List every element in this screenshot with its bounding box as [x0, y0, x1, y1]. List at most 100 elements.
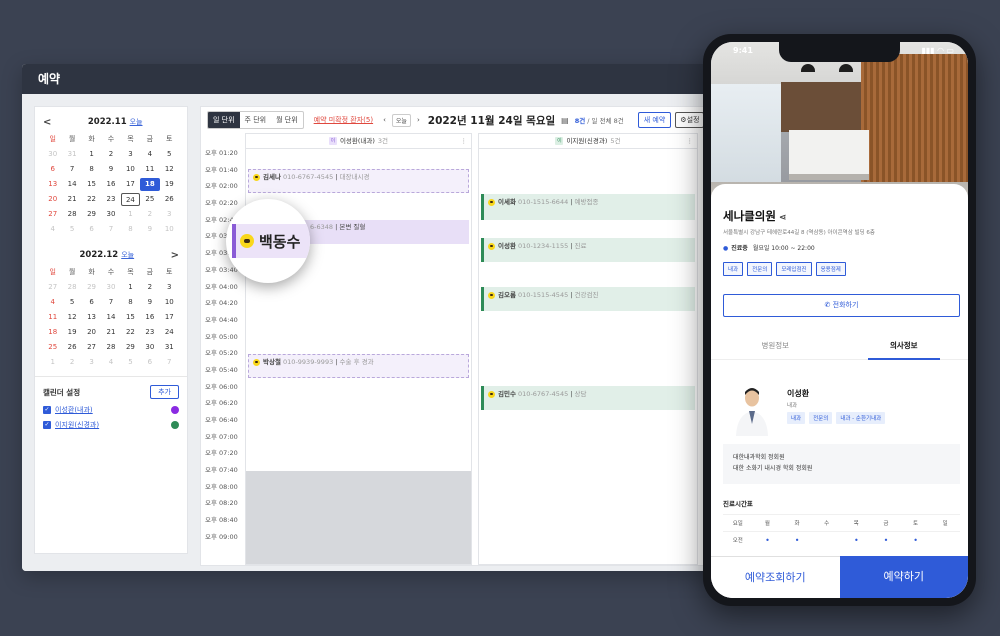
- appointment-card[interactable]: 이성환 010-1234-1155 | 진료: [481, 238, 695, 262]
- calendar-item-lee-jiwon[interactable]: ✓ 이지원(신경과): [43, 420, 179, 430]
- mini-cal-day[interactable]: 6: [140, 356, 159, 369]
- view-month-button[interactable]: 월 단위: [271, 112, 303, 128]
- mini-cal-day[interactable]: 7: [62, 163, 81, 176]
- mini-cal-day[interactable]: 12: [160, 163, 179, 176]
- mini-cal-day[interactable]: 27: [43, 281, 62, 294]
- mini-cal-day[interactable]: 2: [101, 148, 120, 161]
- mini-cal-day[interactable]: 18: [43, 326, 62, 339]
- mini-cal-day[interactable]: 16: [140, 311, 159, 324]
- mini-cal-day[interactable]: 1: [121, 208, 140, 221]
- tab-doctor-info[interactable]: 의사정보: [840, 336, 969, 360]
- lookup-reservation-button[interactable]: 예약조회하기: [711, 556, 840, 598]
- more-icon[interactable]: ⋮: [687, 134, 694, 149]
- mini-cal-day[interactable]: 24: [120, 193, 141, 206]
- mini-cal-day[interactable]: 6: [82, 296, 101, 309]
- appointment-card[interactable]: 이세화 010-1515-6644 | 예방접종: [481, 194, 695, 220]
- mini-cal-day[interactable]: 2: [140, 281, 159, 294]
- mini-cal-day[interactable]: 6: [82, 223, 101, 236]
- prev-month-button[interactable]: <: [43, 117, 51, 128]
- chevron-left-icon[interactable]: ‹: [383, 116, 386, 124]
- mini-cal-day[interactable]: 21: [101, 326, 120, 339]
- mini-cal-day[interactable]: 7: [160, 356, 179, 369]
- mini-cal-day[interactable]: 15: [121, 311, 140, 324]
- mini-cal-day[interactable]: 25: [43, 341, 62, 354]
- next-month-button[interactable]: >: [171, 250, 179, 261]
- mini-cal-day[interactable]: 12: [62, 311, 81, 324]
- mini-cal-day[interactable]: 5: [121, 356, 140, 369]
- mini-cal-day[interactable]: 24: [160, 326, 179, 339]
- mini-cal-day[interactable]: 8: [82, 163, 101, 176]
- mini-cal-day[interactable]: 16: [101, 178, 120, 191]
- mini-cal-day[interactable]: 3: [121, 148, 140, 161]
- mini-cal-day[interactable]: 9: [101, 163, 120, 176]
- view-week-button[interactable]: 주 단위: [240, 112, 272, 128]
- checkbox-checked-icon[interactable]: ✓: [43, 421, 51, 429]
- mini-cal-day[interactable]: 5: [62, 296, 81, 309]
- settings-button[interactable]: ⚙설정: [675, 112, 705, 128]
- checkbox-checked-icon[interactable]: ✓: [43, 406, 51, 414]
- mini-cal-day[interactable]: 13: [82, 311, 101, 324]
- mini-cal-day[interactable]: 7: [101, 296, 120, 309]
- mini-cal-day[interactable]: 8: [121, 296, 140, 309]
- share-icon[interactable]: ⋖: [779, 213, 787, 223]
- mini-cal-day[interactable]: 21: [62, 193, 81, 206]
- mini-cal-day[interactable]: 2: [140, 208, 159, 221]
- mini-cal-day[interactable]: 14: [101, 311, 120, 324]
- mini-cal-day[interactable]: 5: [62, 223, 81, 236]
- mini-cal-day[interactable]: 4: [101, 356, 120, 369]
- mini-cal-day[interactable]: 4: [140, 148, 159, 161]
- mini-cal-day[interactable]: 27: [43, 208, 62, 221]
- mini-cal-day[interactable]: 28: [101, 341, 120, 354]
- mini-cal-day[interactable]: 9: [140, 223, 159, 236]
- mini-cal-day[interactable]: 11: [43, 311, 62, 324]
- mini-cal-day[interactable]: 17: [121, 178, 140, 191]
- mini-cal-day[interactable]: 20: [43, 193, 62, 206]
- mini-cal-day[interactable]: 28: [62, 281, 81, 294]
- mini-cal-day[interactable]: 17: [160, 311, 179, 324]
- mini-cal-day[interactable]: 3: [160, 208, 179, 221]
- mini-cal-day[interactable]: 30: [140, 341, 159, 354]
- call-button[interactable]: ✆ 전화하기: [723, 294, 960, 317]
- mini-cal-day[interactable]: 30: [101, 281, 120, 294]
- appointment-card[interactable]: 박상철 010-9939-9993 | 수술 후 경과: [248, 354, 469, 378]
- mini-cal-day[interactable]: 3: [82, 356, 101, 369]
- mini-cal-day[interactable]: 18: [140, 178, 160, 191]
- mini-cal-day[interactable]: 26: [62, 341, 81, 354]
- mini-cal-day[interactable]: 2: [62, 356, 81, 369]
- calendar-item-lee-sunghwan[interactable]: ✓ 이성환(내과): [43, 405, 179, 415]
- mini-cal-day[interactable]: 20: [82, 326, 101, 339]
- mini-cal-day[interactable]: 22: [82, 193, 101, 206]
- mini-cal-day[interactable]: 31: [160, 341, 179, 354]
- mini-cal-day[interactable]: 10: [160, 296, 179, 309]
- mini-cal-day[interactable]: 10: [121, 163, 140, 176]
- mini-cal-day[interactable]: 8: [121, 223, 140, 236]
- mini-cal-day[interactable]: 4: [43, 296, 62, 309]
- mini-cal-day[interactable]: 1: [43, 356, 62, 369]
- mini-cal-day[interactable]: 1: [82, 148, 101, 161]
- more-icon[interactable]: ⋮: [461, 134, 468, 149]
- mini-cal-day[interactable]: 23: [101, 193, 120, 206]
- mini-cal-day[interactable]: 19: [160, 178, 179, 191]
- mini-cal-day[interactable]: 13: [43, 178, 62, 191]
- book-button[interactable]: 예약하기: [839, 556, 968, 598]
- today-link[interactable]: 오늘: [130, 118, 143, 126]
- mini-cal-day[interactable]: 6: [43, 163, 62, 176]
- mini-cal-day[interactable]: 28: [62, 208, 81, 221]
- mini-cal-day[interactable]: 30: [43, 148, 62, 161]
- appointment-card[interactable]: 김민수 010-6767-4545 | 상담: [481, 386, 695, 410]
- mini-cal-day[interactable]: 31: [62, 148, 81, 161]
- mini-cal-day[interactable]: 11: [140, 163, 159, 176]
- mini-cal-day[interactable]: 10: [160, 223, 179, 236]
- mini-cal-day[interactable]: 7: [101, 223, 120, 236]
- appointment-card[interactable]: 김세나 010-6767-4545 | 대장내시경: [248, 169, 469, 193]
- mini-cal-day[interactable]: 27: [82, 341, 101, 354]
- tab-hospital-info[interactable]: 병원정보: [711, 336, 840, 359]
- unconfirmed-patients-link[interactable]: 예약 미확정 환자(5): [314, 115, 373, 125]
- today-link[interactable]: 오늘: [121, 251, 134, 259]
- appointment-card[interactable]: 김오롬 010-1515-4545 | 건강검진: [481, 287, 695, 311]
- mini-cal-day[interactable]: 29: [82, 208, 101, 221]
- mini-cal-day[interactable]: 29: [121, 341, 140, 354]
- mini-cal-day[interactable]: 29: [82, 281, 101, 294]
- mini-cal-day[interactable]: 14: [62, 178, 81, 191]
- mini-cal-day[interactable]: 15: [82, 178, 101, 191]
